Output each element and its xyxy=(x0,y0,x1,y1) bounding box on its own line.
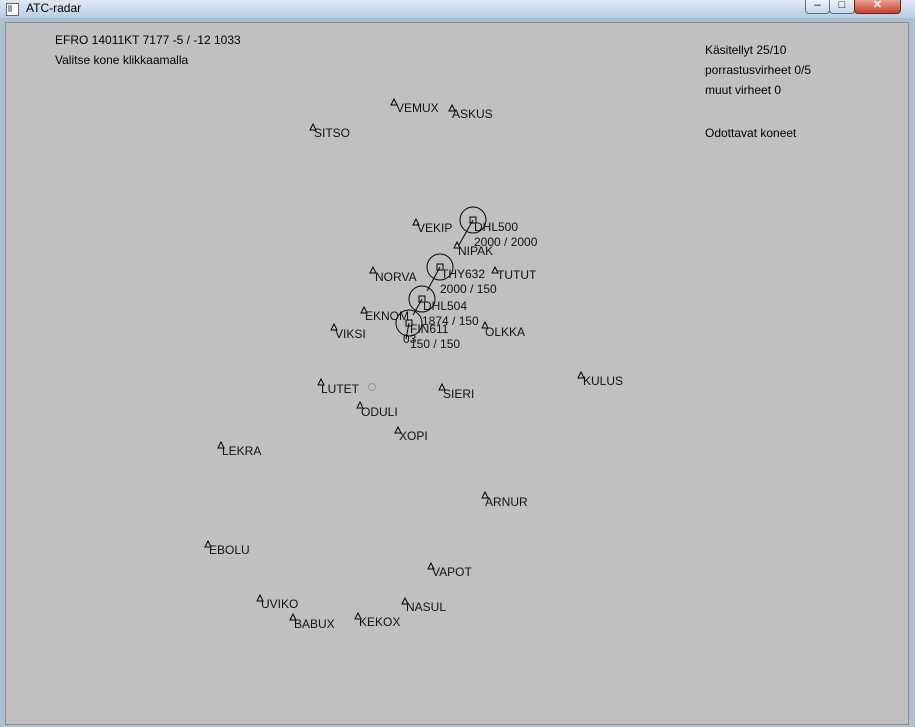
waypoint-label-sitso: SITSO xyxy=(314,126,350,140)
aircraft-altitude-thy632: 2000 / 150 xyxy=(440,282,497,296)
waypoint-label-lutet: LUTET xyxy=(321,382,360,396)
waypoint-label-tutut: TUTUT xyxy=(497,268,537,282)
aircraft-callsign-thy632: THY632 xyxy=(441,267,485,281)
waypoint-label-oduli: ODULI xyxy=(361,405,398,419)
minimize-button[interactable]: – xyxy=(805,0,830,14)
waypoint-label-arnur: ARNUR xyxy=(485,495,528,509)
waypoint-label-norva: NORVA xyxy=(375,270,417,284)
waypoint-label-olkka: OLKKA xyxy=(485,325,525,339)
waypoint-label-vemux: VEMUX xyxy=(396,101,439,115)
waypoint-label-lekra: LEKRA xyxy=(222,444,261,458)
waypoint-label-kulus: KULUS xyxy=(583,374,623,388)
waypoint-label-nasul: NASUL xyxy=(406,600,446,614)
aircraft-callsign-dhl504: DHL504 xyxy=(423,299,467,313)
waypoint-label-babux: BABUX xyxy=(294,617,335,631)
waypoint-label-xopi: XOPI xyxy=(399,429,428,443)
minimize-icon: – xyxy=(814,0,821,11)
waypoint-label-eknom: EKNOM xyxy=(365,309,409,323)
aircraft-callsign-dhl500: DHL500 xyxy=(474,220,518,234)
thy632-heading-line xyxy=(426,266,441,292)
waypoint-label-ebolu: EBOLU xyxy=(209,543,250,557)
app-window: ATC-radar – □ ✕ EFRO 14011KT 7177 -5 / -… xyxy=(0,0,915,727)
aircraft-altitude-dhl500: 2000 / 2000 xyxy=(474,235,538,249)
aircraft-altitude-fin611: 150 / 150 xyxy=(410,337,460,351)
waypoint-label-kekox: KEKOX xyxy=(359,615,400,629)
waypoint-label-askus: ASKUS xyxy=(452,107,493,121)
radar-canvas: VEMUX ASKUS SITSO VEKIP NIPAK NORVA TUTU… xyxy=(204,97,623,631)
runway-marker-icon xyxy=(368,383,376,391)
maximize-button[interactable]: □ xyxy=(829,0,855,14)
close-icon: ✕ xyxy=(872,0,883,11)
radar-screen[interactable]: EFRO 14011KT 7177 -5 / -12 1033 Valitse … xyxy=(5,22,909,725)
waypoint-label-vekip: VEKIP xyxy=(417,221,452,235)
window-title: ATC-radar xyxy=(26,1,82,15)
waypoint-label-uviko: UVIKO xyxy=(261,597,298,611)
close-button[interactable]: ✕ xyxy=(854,0,901,14)
waypoint-label-vapot: VAPOT xyxy=(432,565,472,579)
waypoint-label-sieri: SIERI xyxy=(443,387,474,401)
maximize-icon: □ xyxy=(838,0,846,11)
app-icon xyxy=(6,3,19,16)
waypoint-label-viksi: VIKSI xyxy=(335,327,366,341)
title-bar[interactable]: ATC-radar – □ ✕ xyxy=(0,0,915,18)
